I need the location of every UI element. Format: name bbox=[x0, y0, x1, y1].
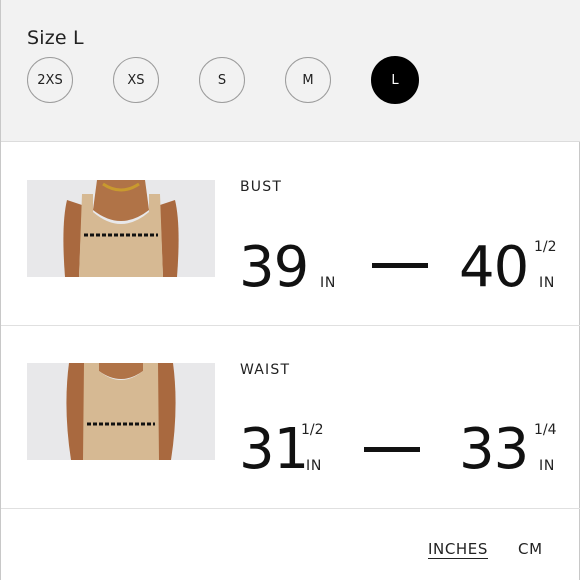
measurement-row-bust: BUST 39 IN 40 1/2 IN bbox=[1, 143, 580, 326]
waist-to-value: 33 bbox=[459, 417, 529, 482]
range-dash bbox=[372, 263, 428, 268]
unit-toggle-cm[interactable]: CM bbox=[518, 540, 543, 558]
waist-to-fraction: 1/4 bbox=[534, 422, 557, 438]
bust-to-value: 40 bbox=[459, 235, 529, 300]
waist-from-value: 31 bbox=[239, 417, 309, 482]
size-option-s[interactable]: S bbox=[199, 57, 245, 103]
size-selector-panel: Size L 2XS XS S M L bbox=[1, 0, 580, 142]
size-title: Size L bbox=[27, 27, 84, 49]
range-dash bbox=[364, 447, 420, 452]
bust-from-value: 39 bbox=[239, 235, 309, 300]
bust-label: BUST bbox=[240, 179, 283, 195]
waist-label: WAIST bbox=[240, 362, 291, 378]
unit-toggle-inches[interactable]: INCHES bbox=[428, 540, 488, 558]
size-option-xs[interactable]: XS bbox=[113, 57, 159, 103]
waist-illustration bbox=[27, 363, 215, 460]
bust-illustration bbox=[27, 180, 215, 277]
bust-from-unit: IN bbox=[320, 275, 337, 291]
bust-to-unit: IN bbox=[539, 275, 556, 291]
waist-from-fraction: 1/2 bbox=[301, 422, 324, 438]
bust-to-fraction: 1/2 bbox=[534, 239, 557, 255]
waist-from-unit: IN bbox=[306, 458, 323, 474]
size-option-2xs[interactable]: 2XS bbox=[27, 57, 73, 103]
size-option-l[interactable]: L bbox=[371, 56, 419, 104]
size-option-m[interactable]: M bbox=[285, 57, 331, 103]
bust-model-image bbox=[27, 180, 215, 277]
measurement-row-waist: WAIST 31 1/2 IN 33 1/4 IN bbox=[1, 326, 580, 509]
waist-to-unit: IN bbox=[539, 458, 556, 474]
size-guide: Size L 2XS XS S M L BUST 39 IN 40 1/2 IN… bbox=[0, 0, 580, 580]
waist-model-image bbox=[27, 363, 215, 460]
